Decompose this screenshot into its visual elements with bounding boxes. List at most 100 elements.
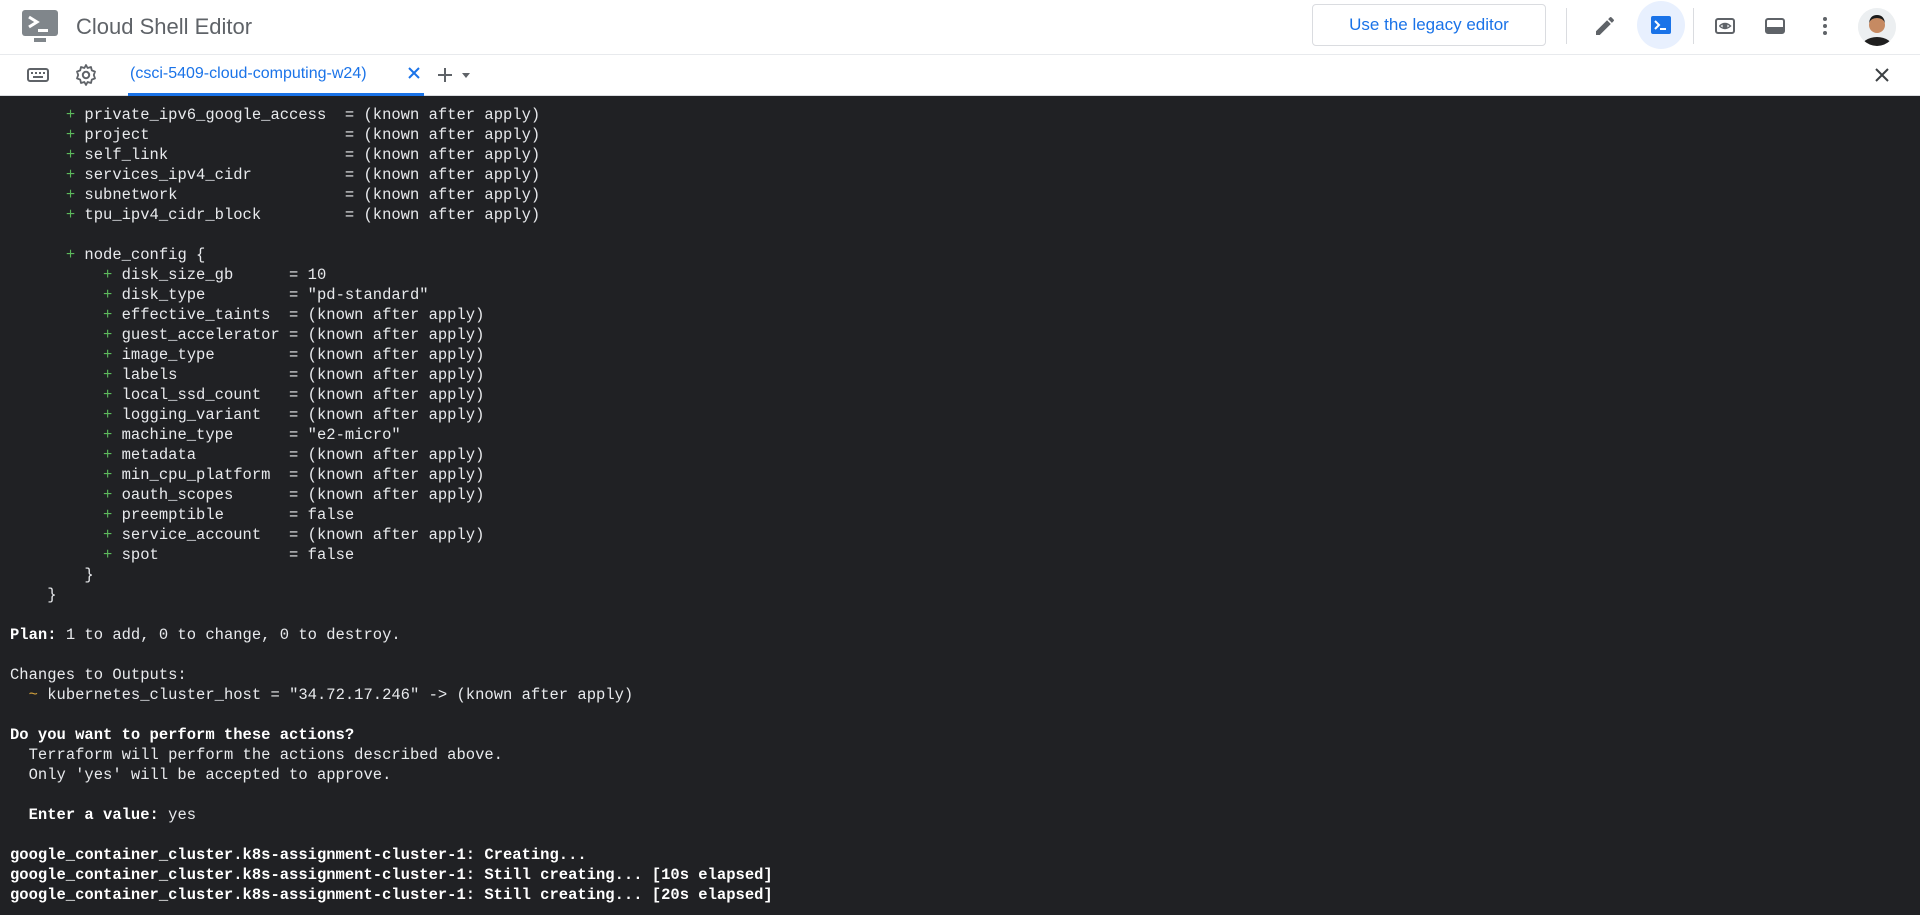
- bold-text: google_container_cluster.k8s-assignment-…: [10, 866, 773, 884]
- line-text: min_cpu_platform = (known after apply): [112, 466, 485, 484]
- add-marker: +: [103, 406, 113, 424]
- line-text: subnetwork = (known after apply): [75, 186, 541, 204]
- bold-text: Plan:: [10, 626, 57, 644]
- bold-text: google_container_cluster.k8s-assignment-…: [10, 846, 587, 864]
- line-text: effective_taints = (known after apply): [112, 306, 485, 324]
- user-avatar-icon: [1858, 8, 1896, 46]
- terminal-line: + min_cpu_platform = (known after apply): [10, 465, 484, 485]
- line-text: guest_accelerator = (known after apply): [112, 326, 485, 344]
- add-icon: [438, 68, 452, 82]
- more-options-button[interactable]: [1805, 6, 1845, 46]
- top-app-bar: Cloud Shell Editor Use the legacy editor: [0, 0, 1920, 54]
- terminal-line: + project = (known after apply): [10, 125, 540, 145]
- use-legacy-editor-button[interactable]: Use the legacy editor: [1312, 4, 1546, 46]
- terminal-line: + service_account = (known after apply): [10, 525, 484, 545]
- add-marker: +: [103, 506, 113, 524]
- add-tab-button[interactable]: [432, 55, 458, 95]
- keyboard-button[interactable]: [18, 55, 58, 95]
- tab-dropdown-button[interactable]: [458, 55, 474, 95]
- line-text: services_ipv4_cidr = (known after apply): [75, 166, 541, 184]
- line-text: Only 'yes' will be accepted to approve.: [28, 766, 392, 784]
- add-marker: +: [103, 306, 113, 324]
- add-marker: +: [103, 486, 113, 504]
- add-marker: +: [103, 426, 113, 444]
- add-marker: +: [103, 266, 113, 284]
- terminal-line: google_container_cluster.k8s-assignment-…: [10, 865, 773, 885]
- line-text: local_ssd_count = (known after apply): [112, 386, 485, 404]
- close-terminal-button[interactable]: [1862, 55, 1902, 95]
- web-preview-button[interactable]: [1705, 6, 1745, 46]
- terminal-line: + private_ipv6_google_access = (known af…: [10, 105, 540, 125]
- terminal-line: + self_link = (known after apply): [10, 145, 540, 165]
- toolbar-divider: [1566, 8, 1567, 44]
- terminal-line: + services_ipv4_cidr = (known after appl…: [10, 165, 540, 185]
- close-tab-icon[interactable]: [404, 63, 424, 83]
- add-marker: +: [65, 246, 76, 264]
- terminal-line: + oauth_scopes = (known after apply): [10, 485, 484, 505]
- line-text: image_type = (known after apply): [112, 346, 485, 364]
- add-marker: +: [65, 106, 76, 124]
- line-text: }: [47, 586, 57, 604]
- line-text: project = (known after apply): [75, 126, 541, 144]
- user-avatar[interactable]: [1858, 8, 1896, 46]
- layout-toggle-button[interactable]: [1755, 6, 1795, 46]
- line-text: Changes to Outputs:: [10, 666, 187, 684]
- line-text: disk_size_gb = 10: [112, 266, 327, 284]
- edit-button[interactable]: [1585, 6, 1625, 46]
- terminal-line: Plan: 1 to add, 0 to change, 0 to destro…: [10, 625, 401, 645]
- tab-csci-5409[interactable]: (csci-5409-cloud-computing-w24): [128, 55, 424, 96]
- terminal-tab-bar: (csci-5409-cloud-computing-w24): [0, 54, 1920, 96]
- add-marker: +: [65, 206, 76, 224]
- terminal-line: google_container_cluster.k8s-assignment-…: [10, 885, 773, 905]
- line-text: node_config {: [75, 246, 206, 264]
- open-terminal-button[interactable]: [1637, 1, 1685, 49]
- line-text: oauth_scopes = (known after apply): [112, 486, 485, 504]
- bold-text: Do you want to perform these actions?: [10, 726, 355, 744]
- line-text: logging_variant = (known after apply): [112, 406, 485, 424]
- line-text: 1 to add, 0 to change, 0 to destroy.: [56, 626, 401, 644]
- terminal-line: + node_config {: [10, 245, 206, 265]
- terminal-line: + subnetwork = (known after apply): [10, 185, 540, 205]
- edit-pencil-icon: [1596, 16, 1615, 35]
- app-title: Cloud Shell Editor: [76, 14, 253, 39]
- line-text: machine_type = "e2-micro": [112, 426, 401, 444]
- toolbar-divider: [1693, 8, 1694, 44]
- add-marker: +: [103, 546, 113, 564]
- more-vert-icon: [1823, 17, 1827, 35]
- terminal-settings-button[interactable]: [66, 55, 106, 95]
- terminal-line: Enter a value: yes: [10, 805, 196, 825]
- terminal-line: + logging_variant = (known after apply): [10, 405, 484, 425]
- line-text: kubernetes_cluster_host = "34.72.17.246"…: [37, 686, 634, 704]
- add-marker: +: [103, 466, 113, 484]
- terminal-line: + tpu_ipv4_cidr_block = (known after app…: [10, 205, 540, 225]
- tab-label: (csci-5409-cloud-computing-w24): [130, 65, 367, 82]
- add-marker: +: [103, 326, 113, 344]
- line-text: self_link = (known after apply): [75, 146, 541, 164]
- web-preview-icon: [1715, 18, 1735, 34]
- terminal-output[interactable]: + private_ipv6_google_access = (known af…: [0, 96, 1920, 915]
- close-terminal-icon: [1875, 68, 1889, 82]
- add-marker: +: [103, 446, 113, 464]
- terminal-line: + effective_taints = (known after apply): [10, 305, 484, 325]
- add-marker: +: [103, 286, 113, 304]
- change-marker: ~: [28, 686, 38, 704]
- bold-text: google_container_cluster.k8s-assignment-…: [10, 886, 773, 904]
